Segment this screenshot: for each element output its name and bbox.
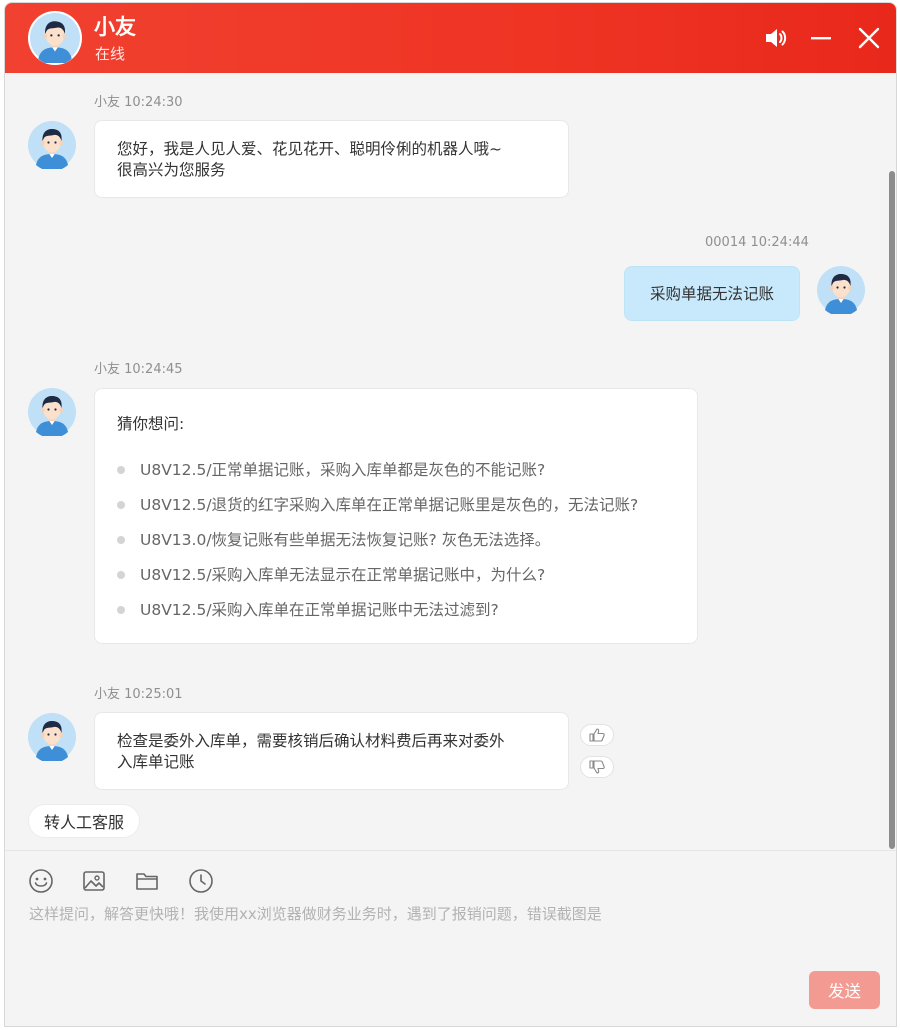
bot-avatar: [28, 121, 76, 169]
bot-avatar: [28, 388, 76, 436]
bullet-icon: [117, 465, 125, 474]
minimize-icon[interactable]: [806, 23, 836, 53]
message-input[interactable]: [29, 903, 849, 1003]
suggestion-text: U8V13.0/恢复记账有些单据无法恢复记账? 灰色无法选择。: [140, 530, 551, 549]
message-meta: 00014 10:24:44: [705, 235, 809, 250]
suggestion-item[interactable]: U8V12.5/正常单据记账，采购入库单都是灰色的不能记账?: [117, 452, 638, 487]
bot-message-bubble: 您好，我是人见人爱、花见花开、聪明伶俐的机器人哦~ 很高兴为您服务: [94, 120, 569, 198]
suggestion-text: U8V12.5/采购入库单无法显示在正常单据记账中，为什么?: [140, 565, 546, 584]
suggestion-item[interactable]: U8V13.0/恢复记账有些单据无法恢复记账? 灰色无法选择。: [117, 522, 638, 557]
message-list[interactable]: 小友 10:24:30 您好，我是人见人爱、花见花开、聪明伶俐的机器人哦~ 很高…: [5, 73, 896, 850]
message-line: 检查是委外入库单，需要核销后确认材料费后再来对委外: [117, 732, 505, 750]
suggestion-title: 猜你想问:: [117, 415, 185, 433]
bullet-icon: [117, 570, 125, 579]
close-icon[interactable]: [854, 23, 884, 53]
user-avatar: [817, 266, 865, 314]
transfer-human-button[interactable]: 转人工客服: [28, 804, 140, 838]
suggestion-item[interactable]: U8V12.5/采购入库单无法显示在正常单据记账中，为什么?: [117, 557, 638, 592]
message-meta: 小友 10:24:30: [94, 95, 183, 110]
chat-window: 小友 在线 小友 10:24:30 您好，我是人见人爱、花见花开、聪明伶俐的机器…: [4, 2, 897, 1027]
suggestion-item[interactable]: U8V12.5/退货的红字采购入库单在正常单据记账里是灰色的，无法记账?: [117, 487, 638, 522]
bot-message-bubble: 检查是委外入库单，需要核销后确认材料费后再来对委外 入库单记账: [94, 712, 569, 790]
agent-avatar: [28, 11, 82, 65]
bullet-icon: [117, 605, 125, 614]
message-line: 您好，我是人见人爱、花见花开、聪明伶俐的机器人哦~: [117, 140, 502, 158]
send-button[interactable]: 发送: [809, 971, 880, 1009]
suggestion-bubble: 猜你想问: U8V12.5/正常单据记账，采购入库单都是灰色的不能记账? U8V…: [94, 388, 698, 644]
input-area: 发送: [5, 850, 896, 1026]
agent-name: 小友: [94, 15, 136, 39]
thumbs-up-icon[interactable]: [580, 724, 614, 746]
message-line: 很高兴为您服务: [117, 161, 226, 179]
scrollbar[interactable]: [889, 171, 895, 849]
message-line: 入库单记账: [117, 753, 195, 771]
bot-avatar: [28, 713, 76, 761]
folder-icon[interactable]: [133, 867, 161, 895]
agent-status: 在线: [95, 45, 126, 63]
suggestion-text: U8V12.5/正常单据记账，采购入库单都是灰色的不能记账?: [140, 460, 546, 479]
bullet-icon: [117, 500, 125, 509]
suggestion-list: U8V12.5/正常单据记账，采购入库单都是灰色的不能记账? U8V12.5/退…: [117, 452, 638, 627]
thumbs-down-icon[interactable]: [580, 756, 614, 778]
message-meta: 小友 10:24:45: [94, 362, 183, 377]
image-icon[interactable]: [80, 867, 108, 895]
emoji-icon[interactable]: [27, 867, 55, 895]
user-message-bubble: 采购单据无法记账: [624, 266, 800, 321]
message-text: 采购单据无法记账: [649, 284, 774, 303]
bullet-icon: [117, 535, 125, 544]
history-icon[interactable]: [187, 867, 215, 895]
message-meta: 小友 10:25:01: [94, 687, 183, 702]
chat-header: 小友 在线: [5, 3, 896, 73]
suggestion-text: U8V12.5/退货的红字采购入库单在正常单据记账里是灰色的，无法记账?: [140, 495, 639, 514]
speaker-icon[interactable]: [761, 23, 791, 53]
suggestion-item[interactable]: U8V12.5/采购入库单在正常单据记账中无法过滤到?: [117, 592, 638, 627]
suggestion-text: U8V12.5/采购入库单在正常单据记账中无法过滤到?: [140, 600, 499, 619]
